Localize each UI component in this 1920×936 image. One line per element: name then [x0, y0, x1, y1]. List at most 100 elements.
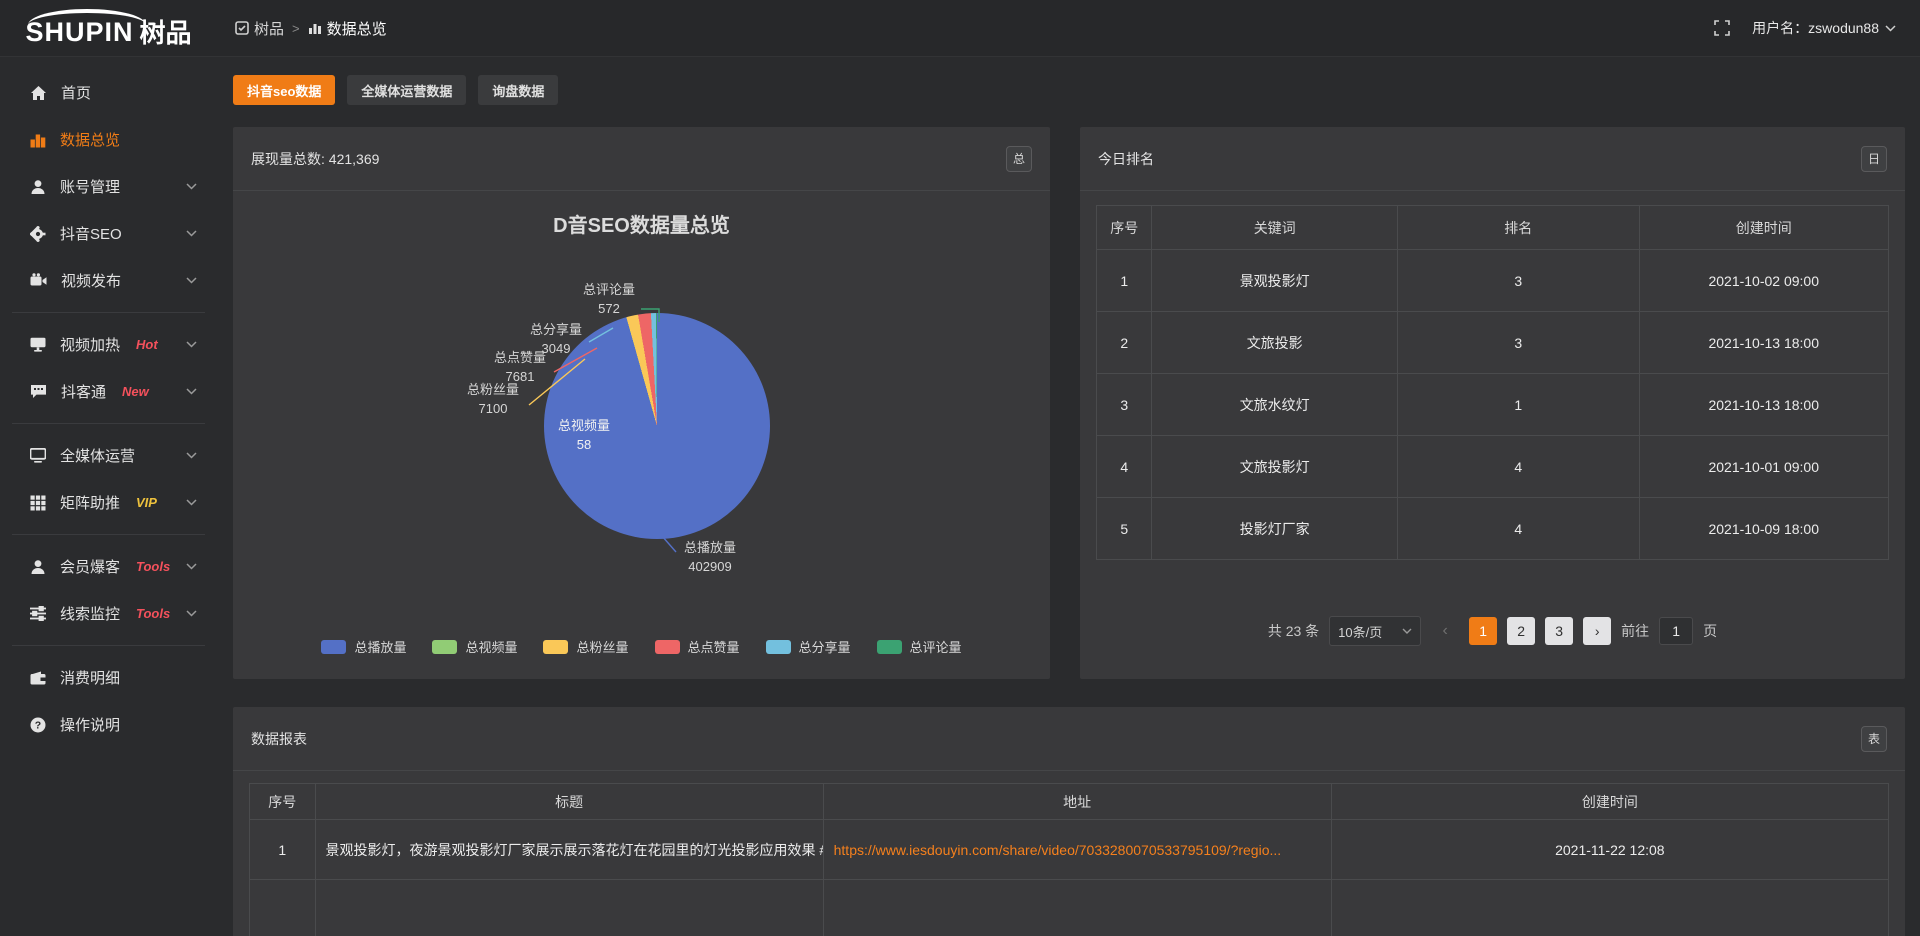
- legend-label: 总评论量: [910, 637, 962, 656]
- legend-item[interactable]: 总评论量: [877, 637, 962, 656]
- table-row: 5投影灯厂家42021-10-09 18:00: [1097, 498, 1889, 560]
- chevron-down-icon: [186, 499, 197, 506]
- table-cell: 3: [1397, 250, 1639, 312]
- sidebar-item[interactable]: 线索监控Tools: [0, 590, 217, 637]
- tab-抖音seo数据[interactable]: 抖音seo数据: [233, 75, 335, 105]
- question-icon: ?: [30, 717, 46, 733]
- sidebar-item[interactable]: 视频发布: [0, 257, 217, 304]
- sidebar-divider: [12, 423, 205, 424]
- column-header: 标题: [315, 784, 823, 820]
- sidebar-item[interactable]: 首页: [0, 69, 217, 116]
- user-menu[interactable]: 用户名：zswodun88: [1752, 18, 1896, 38]
- sidebar-item-label: 抖音SEO: [60, 223, 122, 244]
- table-cell: 景观投影灯，夜游景观投影灯厂家展示展示落花灯在花园里的灯光投影应用效果 #: [315, 820, 823, 880]
- sidebar-item-label: 矩阵助推: [60, 492, 120, 513]
- report-panel: 数据报表 表 序号标题地址创建时间 1景观投影灯，夜游景观投影灯厂家展示展示落花…: [233, 707, 1905, 936]
- table-cell: 1: [1397, 374, 1639, 436]
- chevron-down-icon: [186, 341, 197, 348]
- table-cell: 2021-11-22 12:08: [1331, 820, 1888, 880]
- breadcrumb-root[interactable]: 树品: [235, 18, 284, 39]
- sidebar-item[interactable]: 数据总览: [0, 116, 217, 163]
- sidebar-item-badge: Tools: [136, 559, 170, 574]
- table-cell: [823, 880, 1331, 936]
- legend-label: 总点赞量: [688, 637, 740, 656]
- monitor-icon: [30, 337, 46, 352]
- sidebar-item-badge: Hot: [136, 337, 158, 352]
- legend-item[interactable]: 总播放量: [321, 637, 406, 656]
- report-table: 序号标题地址创建时间 1景观投影灯，夜游景观投影灯厂家展示展示落花灯在花园里的灯…: [249, 783, 1889, 936]
- table-cell: 2021-10-13 18:00: [1639, 312, 1889, 374]
- table-cell: 2021-10-02 09:00: [1639, 250, 1889, 312]
- jump-label: 前往: [1621, 621, 1649, 641]
- sidebar-item[interactable]: ? 操作说明: [0, 701, 217, 748]
- user-icon: [30, 559, 46, 575]
- sidebar-item-label: 视频发布: [61, 270, 121, 291]
- chevron-down-icon: [1402, 628, 1412, 634]
- column-header: 序号: [250, 784, 316, 820]
- jump-page-input[interactable]: [1659, 617, 1693, 645]
- sidebar-item[interactable]: 抖客通New: [0, 368, 217, 415]
- table-cell: 3: [1097, 374, 1152, 436]
- fullscreen-icon[interactable]: [1714, 20, 1730, 36]
- table-cell: 文旅水纹灯: [1152, 374, 1398, 436]
- sidebar-item[interactable]: 会员爆客Tools: [0, 543, 217, 590]
- table-cell: 4: [1397, 498, 1639, 560]
- table-cell: 5: [1097, 498, 1152, 560]
- table-cell: [1331, 880, 1888, 936]
- sidebar-divider: [12, 534, 205, 535]
- sidebar-item[interactable]: 矩阵助推VIP: [0, 479, 217, 526]
- tab-询盘数据[interactable]: 询盘数据: [478, 75, 558, 105]
- sidebar-item[interactable]: 账号管理: [0, 163, 217, 210]
- sidebar-item[interactable]: 全媒体运营: [0, 432, 217, 479]
- legend-swatch: [321, 640, 346, 654]
- page-button-1[interactable]: 1: [1469, 617, 1497, 645]
- daily-view-badge[interactable]: 日: [1861, 146, 1887, 172]
- sidebar-item[interactable]: 视频加热 Hot: [0, 321, 217, 368]
- sidebar-item-label: 数据总览: [60, 129, 120, 150]
- sidebar-item-label: 账号管理: [60, 176, 120, 197]
- table-cell: 景观投影灯: [1152, 250, 1398, 312]
- sidebar-item-label: 视频加热: [60, 334, 120, 355]
- next-page-button[interactable]: ›: [1583, 617, 1611, 645]
- table-view-badge[interactable]: 表: [1861, 726, 1887, 752]
- page-size-value: 10条/页: [1338, 622, 1382, 641]
- chart-panel: 展现量总数: 421,369 总 D音SEO数据量总览 总播放量402909总视…: [233, 127, 1050, 679]
- page-size-select[interactable]: 10条/页: [1329, 616, 1421, 646]
- wallet-icon: [30, 671, 46, 685]
- sidebar-item[interactable]: 消费明细: [0, 654, 217, 701]
- legend-item[interactable]: 总视频量: [432, 637, 517, 656]
- table-cell: 2: [1097, 312, 1152, 374]
- jump-suffix: 页: [1703, 621, 1717, 641]
- chevron-down-icon: [1885, 25, 1896, 32]
- page-button-2[interactable]: 2: [1507, 617, 1535, 645]
- chevron-down-icon: [186, 230, 197, 237]
- legend-swatch: [877, 640, 902, 654]
- legend-swatch: [766, 640, 791, 654]
- tab-全媒体运营数据[interactable]: 全媒体运营数据: [347, 75, 466, 105]
- sidebar-item-label: 消费明细: [60, 667, 120, 688]
- table-cell: 文旅投影: [1152, 312, 1398, 374]
- breadcrumb-current[interactable]: 数据总览: [308, 18, 387, 39]
- table-cell: 1: [250, 820, 316, 880]
- page-button-3[interactable]: 3: [1545, 617, 1573, 645]
- prev-page-button[interactable]: ‹: [1431, 617, 1459, 645]
- sidebar-item[interactable]: 抖音SEO: [0, 210, 217, 257]
- legend-item[interactable]: 总分享量: [766, 637, 851, 656]
- column-header: 排名: [1397, 206, 1639, 250]
- total-count-label: 共 23 条: [1268, 621, 1319, 641]
- sidebar-item-label: 操作说明: [60, 714, 120, 735]
- legend-label: 总分享量: [799, 637, 851, 656]
- legend-item[interactable]: 总粉丝量: [543, 637, 628, 656]
- column-header: 创建时间: [1331, 784, 1888, 820]
- table-row: 1景观投影灯，夜游景观投影灯厂家展示展示落花灯在花园里的灯光投影应用效果 #ht…: [250, 820, 1889, 880]
- table-cell[interactable]: https://www.iesdouyin.com/share/video/70…: [823, 820, 1331, 880]
- table-cell: [250, 880, 316, 936]
- table-cell: 4: [1097, 436, 1152, 498]
- table-row: 3文旅水纹灯12021-10-13 18:00: [1097, 374, 1889, 436]
- sidebar-item-badge: New: [122, 384, 149, 399]
- table-cell: [315, 880, 823, 936]
- chevron-down-icon: [186, 388, 197, 395]
- total-view-badge[interactable]: 总: [1006, 146, 1032, 172]
- sliders-icon: [30, 606, 46, 621]
- legend-item[interactable]: 总点赞量: [655, 637, 740, 656]
